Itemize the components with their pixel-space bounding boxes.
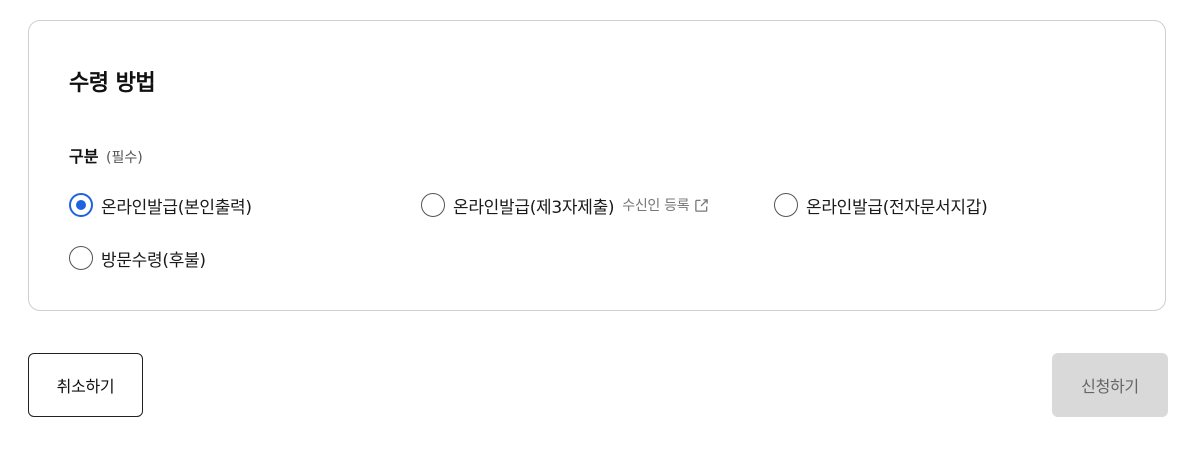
required-indicator: (필수) xyxy=(106,150,143,166)
option-online-e-wallet[interactable]: 온라인발급(전자문서지갑) xyxy=(774,192,988,218)
recipient-register-link[interactable]: 수신인 등록 xyxy=(622,195,709,215)
option-visit-pickup[interactable]: 방문수령(후불) xyxy=(69,245,206,271)
radio-online-third-party[interactable] xyxy=(421,193,445,217)
field-label-text: 구분 xyxy=(69,147,99,166)
option-online-third-party[interactable]: 온라인발급(제3자제출) 수신인 등록 xyxy=(421,192,709,218)
submit-button[interactable]: 신청하기 xyxy=(1052,353,1168,417)
option-label: 온라인발급(본인출력) xyxy=(101,197,252,218)
section-title: 수령 방법 xyxy=(69,71,156,96)
field-label: 구분 (필수) xyxy=(69,143,143,167)
receipt-method-card: 수령 방법 구분 (필수) 온라인발급(본인출력) 온라인발급(제3자제출) 수… xyxy=(28,20,1166,311)
radio-visit-pickup[interactable] xyxy=(69,246,93,270)
cancel-button[interactable]: 취소하기 xyxy=(28,353,143,417)
radio-online-e-wallet[interactable] xyxy=(774,193,798,217)
option-online-self-print[interactable]: 온라인발급(본인출력) xyxy=(69,192,252,218)
external-link-icon xyxy=(695,198,709,212)
recipient-register-label: 수신인 등록 xyxy=(622,198,690,214)
option-label: 온라인발급(전자문서지갑) xyxy=(806,197,988,218)
option-label: 온라인발급(제3자제출) xyxy=(453,197,615,218)
radio-online-self-print[interactable] xyxy=(69,193,93,217)
option-label: 방문수령(후불) xyxy=(101,250,206,271)
